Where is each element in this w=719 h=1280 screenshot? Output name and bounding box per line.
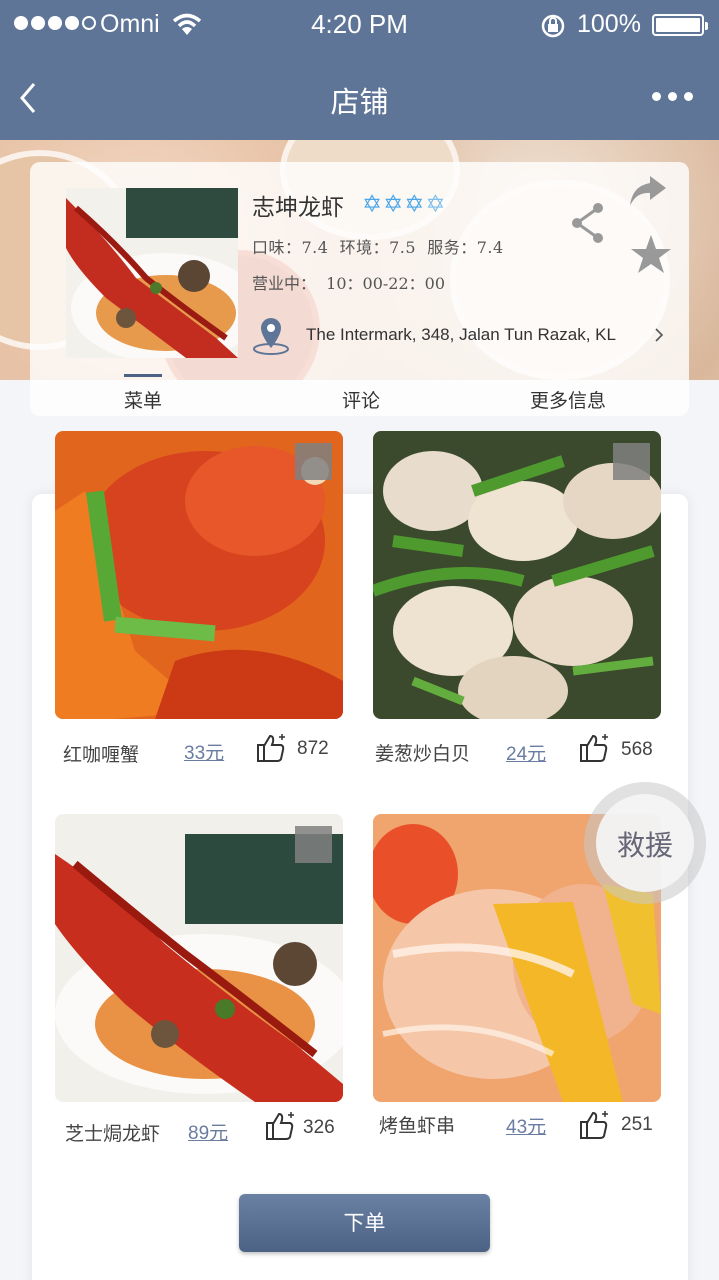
tab-menu[interactable]: 菜单 <box>124 374 163 413</box>
dish-price: 89元 <box>188 1123 229 1144</box>
rescue-label: 救援 <box>616 829 673 862</box>
like-count: 872 <box>297 738 329 759</box>
favorite-star-icon[interactable] <box>630 234 672 274</box>
thumbs-up-icon[interactable] <box>264 1111 296 1141</box>
rotation-lock-icon <box>541 14 565 38</box>
shop-photo <box>66 188 238 358</box>
shop-address[interactable]: The Intermark, 348, Jalan Tun Razak, KL <box>306 325 616 345</box>
page-title: 店铺 <box>330 85 389 119</box>
forward-icon[interactable] <box>628 174 668 208</box>
dish-price: 24元 <box>506 744 547 765</box>
dish-price: 43元 <box>506 1117 547 1138</box>
top-bar: Omni 4:20 PM 100% 店铺 <box>0 0 719 140</box>
rescue-button[interactable]: 救援 <box>584 782 706 904</box>
share-icon[interactable] <box>570 202 606 244</box>
rating-stars: ✡ ✡ ✡ ✡ <box>362 190 445 218</box>
select-checkbox[interactable] <box>295 826 332 863</box>
dish-name: 芝士焗龙虾 <box>65 1123 161 1145</box>
dish-photo <box>55 431 343 719</box>
half-star-icon: ✡ <box>425 190 446 218</box>
thumbs-up-icon[interactable] <box>255 733 287 763</box>
order-button[interactable]: 下单 <box>239 1194 490 1252</box>
dish-photo <box>55 814 343 1102</box>
location-pin-icon <box>253 318 289 355</box>
thumbs-up-icon[interactable] <box>578 733 610 763</box>
dish-price: 33元 <box>184 743 225 764</box>
like-count: 251 <box>621 1114 653 1135</box>
tab-reviews[interactable]: 评论 <box>342 386 380 413</box>
battery-percent: 100% <box>577 10 641 38</box>
thumbs-up-icon[interactable] <box>578 1110 610 1140</box>
dish-name: 姜葱炒白贝 <box>375 743 471 765</box>
more-dots-icon[interactable] <box>652 92 693 101</box>
dish-photo <box>373 431 661 719</box>
like-count: 568 <box>621 739 653 760</box>
select-checkbox[interactable] <box>613 443 650 480</box>
status-bar: Omni 4:20 PM 100% <box>0 0 719 50</box>
chevron-right-icon[interactable] <box>654 327 664 343</box>
tab-bar: 菜单 评论 更多信息 <box>30 374 689 416</box>
star-icon: ✡ <box>383 190 404 218</box>
opening-hours: 营业中： 10：00-22：00 <box>252 274 446 293</box>
tab-more-info[interactable]: 更多信息 <box>530 386 606 413</box>
star-icon: ✡ <box>362 190 383 218</box>
battery-icon <box>652 14 708 36</box>
like-count: 326 <box>303 1117 335 1138</box>
dish-name: 红咖喱蟹 <box>63 744 140 766</box>
select-checkbox[interactable] <box>295 443 332 480</box>
shop-scores: 口味：7.4 环境：7.5 服务：7.4 <box>252 238 504 257</box>
shop-name: 志坤龙虾 <box>252 195 344 221</box>
dish-name: 烤鱼虾串 <box>379 1115 456 1137</box>
star-icon: ✡ <box>404 190 425 218</box>
